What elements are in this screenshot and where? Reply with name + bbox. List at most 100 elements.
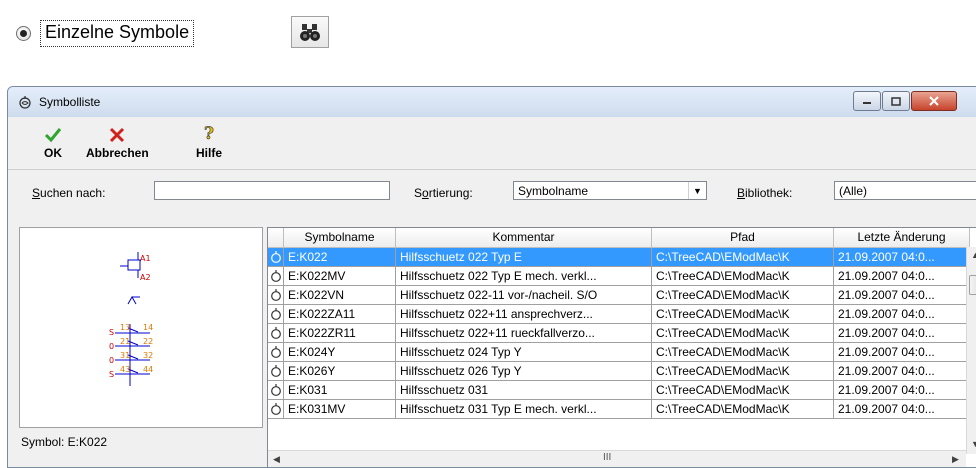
scroll-down-icon[interactable]: ▼ [971, 439, 976, 449]
radio-selected-dot [20, 30, 27, 37]
cell-name: E:K022ZR11 [284, 324, 396, 342]
row-symbol-cell [268, 305, 284, 323]
ok-label: OK [44, 146, 62, 160]
column-header-1[interactable]: Symbolname [284, 228, 396, 247]
table-row[interactable]: E:K031MV Hilfsschuetz 031 Typ E mech. ver… [268, 400, 970, 419]
table-row[interactable]: E:K022ZA11 Hilfsschuetz 022+11 ansprechve… [268, 305, 970, 324]
contact-label-21: 21 [120, 337, 130, 346]
cell-date: 21.09.2007 04:0... [834, 324, 970, 342]
coil-icon [19, 96, 31, 109]
contact-label-22: 22 [143, 337, 153, 346]
cancel-label: Abbrechen [86, 146, 149, 160]
help-question-icon: ? [204, 124, 215, 143]
toolbar: OK Abbrechen ? Hilfe [8, 117, 976, 170]
coil-icon [271, 288, 281, 301]
cell-name: E:K022 [284, 248, 396, 266]
scroll-up-icon[interactable]: ▲ [971, 250, 976, 260]
cancel-x-icon [110, 127, 125, 143]
library-label: Bibliothek: [737, 186, 793, 200]
cell-path: C:\TreeCAD\EModMac\K [652, 343, 834, 361]
einzelne-symbole-label[interactable]: Einzelne Symbole [40, 20, 195, 47]
maximize-icon [891, 96, 901, 106]
ok-button[interactable]: OK [44, 121, 62, 160]
table-body: E:K022 Hilfsschuetz 022 Typ E C:\TreeCAD\E… [268, 248, 970, 419]
contact-label-13: 13 [120, 323, 130, 332]
cell-name: E:K031MV [284, 400, 396, 418]
row-symbol-cell [268, 381, 284, 399]
table-row[interactable]: E:K022ZR11 Hilfsschuetz 022+11 rueckfallv… [268, 324, 970, 343]
search-row: Suchen nach: Sortierung: Symbolname ▼ Bi… [8, 169, 976, 214]
scroll-left-icon[interactable]: ◀ [273, 454, 280, 465]
contact-label-43: 43 [120, 365, 130, 374]
cell-comment: Hilfsschuetz 022-11 vor-/nacheil. S/O [396, 286, 652, 304]
cell-comment: Hilfsschuetz 026 Typ Y [396, 362, 652, 380]
contact-label-44: 44 [143, 365, 153, 374]
sort-value: Symbolname [518, 184, 589, 198]
scroll-thumb-grip[interactable]: III [603, 452, 611, 463]
table-row[interactable]: E:K022MV Hilfsschuetz 022 Typ E mech. ver… [268, 267, 970, 286]
symbol-table[interactable]: Symbolname Kommentar Pfad Letzte Änderung E… [267, 227, 976, 467]
cell-date: 21.09.2007 04:0... [834, 343, 970, 361]
column-header-3[interactable]: Pfad [652, 228, 834, 247]
table-header: Symbolname Kommentar Pfad Letzte Änderung [268, 228, 970, 248]
search-label: Suchen nach: [32, 186, 106, 200]
cell-date: 21.09.2007 04:0... [834, 305, 970, 323]
contact-label-32: 32 [143, 351, 153, 360]
minimize-button[interactable] [853, 91, 881, 111]
close-button[interactable] [911, 91, 957, 111]
chevron-down-icon[interactable]: ▼ [688, 182, 706, 199]
row-symbol-cell [268, 324, 284, 342]
einzelne-symbole-radio[interactable] [16, 26, 31, 41]
table-row[interactable]: E:K022 Hilfsschuetz 022 Typ E C:\TreeCAD\E… [268, 248, 970, 267]
coil-icon [271, 402, 281, 415]
checkmark-icon [44, 128, 62, 143]
scroll-right-icon[interactable]: ▶ [952, 454, 959, 465]
contactor-symbol-drawing: A1 A2 13 14 21 22 31 32 43 44 S 0 0 S [109, 252, 153, 386]
sort-dropdown[interactable]: Symbolname ▼ [513, 181, 707, 200]
table-row[interactable]: E:K026Y Hilfsschuetz 026 Typ Y C:\TreeCAD\… [268, 362, 970, 381]
row-symbol-cell [268, 362, 284, 380]
cell-path: C:\TreeCAD\EModMac\K [652, 267, 834, 285]
cell-name: E:K022VN [284, 286, 396, 304]
column-header-0[interactable] [268, 228, 284, 247]
window-title: Symbolliste [39, 95, 101, 109]
cell-path: C:\TreeCAD\EModMac\K [652, 381, 834, 399]
cell-comment: Hilfsschuetz 022+11 rueckfallverzo... [396, 324, 652, 342]
cell-date: 21.09.2007 04:0... [834, 381, 970, 399]
help-button[interactable]: ? Hilfe [196, 121, 222, 160]
table-row[interactable]: E:K031 Hilfsschuetz 031 C:\TreeCAD\EModMac… [268, 381, 970, 400]
row-symbol-cell [268, 267, 284, 285]
cell-path: C:\TreeCAD\EModMac\K [652, 362, 834, 380]
horizontal-scrollbar[interactable]: ◀ III ▶ [268, 450, 966, 467]
cell-date: 21.09.2007 04:0... [834, 400, 970, 418]
cell-date: 21.09.2007 04:0... [834, 362, 970, 380]
cell-name: E:K022ZA11 [284, 305, 396, 323]
sort-label: Sortierung: [414, 186, 473, 200]
cell-comment: Hilfsschuetz 024 Typ Y [396, 343, 652, 361]
search-input[interactable] [154, 181, 390, 200]
maximize-button[interactable] [882, 91, 910, 111]
cell-date: 21.09.2007 04:0... [834, 267, 970, 285]
coil-icon [271, 269, 281, 282]
vertical-scroll-thumb[interactable] [969, 275, 976, 295]
contact-label-31: 31 [120, 351, 130, 360]
cancel-button[interactable]: Abbrechen [86, 121, 149, 160]
library-dropdown[interactable]: (Alle) [834, 181, 976, 200]
cell-path: C:\TreeCAD\EModMac\K [652, 248, 834, 266]
cell-name: E:K024Y [284, 343, 396, 361]
title-bar[interactable]: Symbolliste [8, 87, 976, 117]
table-row[interactable]: E:K024Y Hilfsschuetz 024 Typ Y C:\TreeCAD\… [268, 343, 970, 362]
coil-icon [271, 250, 281, 263]
einzelne-symbole-radio-group[interactable]: Einzelne Symbole [16, 20, 195, 47]
window-content: OK Abbrechen ? Hilfe Suchen nach: Sortie… [8, 117, 976, 467]
column-header-2[interactable]: Kommentar [396, 228, 652, 247]
binoculars-search-button[interactable] [291, 16, 329, 48]
cell-name: E:K026Y [284, 362, 396, 380]
column-header-4[interactable]: Letzte Änderung [834, 228, 970, 247]
table-row[interactable]: E:K022VN Hilfsschuetz 022-11 vor-/nacheil… [268, 286, 970, 305]
vertical-scrollbar[interactable]: ▲ ▼ [966, 247, 976, 454]
minimize-icon [863, 102, 871, 104]
symbol-caption: Symbol: E:K022 [21, 435, 108, 449]
contact-type-s2: S [109, 370, 114, 379]
cell-comment: Hilfsschuetz 022 Typ E [396, 248, 652, 266]
